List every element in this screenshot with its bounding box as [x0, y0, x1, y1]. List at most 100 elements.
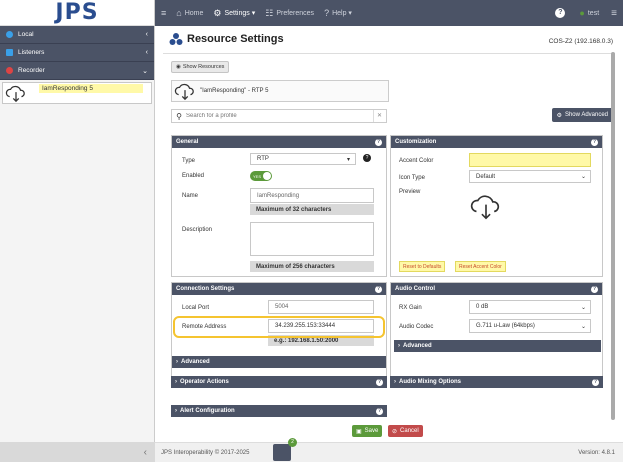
profile-search: ⚲ ✕ [171, 109, 387, 123]
type-value: RTP [257, 156, 269, 162]
audio-header: Audio Control ? [391, 283, 602, 295]
collapse-icon[interactable]: ‹ [144, 447, 147, 458]
nav-help[interactable]: ? Help ▾ [324, 8, 352, 18]
nav-settings[interactable]: ⚙ Settings ▾ [213, 8, 255, 19]
cancel-button[interactable]: ⊘ Cancel [388, 425, 423, 437]
notification-badge: 2 [288, 438, 297, 447]
nav-preferences[interactable]: ☷ Preferences [265, 8, 314, 19]
general-title: General [176, 139, 199, 145]
save-button[interactable]: ▣ Save [352, 425, 383, 437]
toggle-label: YES [253, 173, 262, 179]
footer: JPS Interoperability © 2017-2025 2 Versi… [155, 438, 623, 462]
chevron-down-icon: ▾ [346, 156, 350, 163]
connection-advanced-toggle[interactable]: › Advanced [172, 356, 386, 368]
cancel-label: Cancel [400, 428, 419, 434]
sidebar-item-recorder[interactable]: Recorder ⌄ [0, 62, 154, 80]
cloud-download-icon [470, 195, 500, 220]
advanced-label: Advanced [403, 343, 432, 349]
user-icon[interactable]: ● [579, 8, 584, 18]
sidebar-item-listeners[interactable]: Listeners ‹ [0, 44, 154, 62]
chevron-down-icon: ⌄ [142, 67, 148, 75]
page-title: Resource Settings [187, 33, 284, 45]
show-resources-button[interactable]: ◉ Show Resources [171, 61, 230, 73]
audio-codec-value: G.711 u-Law (64kbps) [476, 323, 535, 329]
notifications-icon[interactable] [273, 444, 291, 461]
logo-text: JPS [55, 0, 99, 25]
chevron-right-icon: › [175, 379, 177, 385]
rx-gain-label: RX Gain [399, 305, 422, 311]
hamburger-icon[interactable]: ≡ [611, 8, 617, 19]
enabled-toggle[interactable]: YES [250, 171, 272, 181]
sidebar-collapse-bar[interactable]: ‹ [0, 442, 155, 462]
save-icon: ▣ [356, 428, 362, 435]
name-field[interactable]: IamResponding [250, 188, 374, 203]
question-icon: ? [324, 8, 330, 18]
description-note: Maximum of 256 characters [250, 261, 374, 272]
cloud-download-icon [5, 85, 25, 103]
audio-codec-select[interactable]: G.711 u-Law (64kbps) ⌄ [469, 319, 591, 333]
customization-header: Customization ? [391, 136, 602, 148]
help-icon[interactable]: ? [376, 407, 383, 415]
version-label: Version: 4.8.1 [578, 449, 615, 456]
page-header: Resource Settings [169, 32, 284, 46]
sidebar-resource-item[interactable]: IamResponding 5 [2, 82, 152, 104]
search-input[interactable] [186, 113, 373, 119]
rx-gain-select[interactable]: 0 dB ⌄ [469, 300, 591, 314]
main-content: Resource Settings COS-Z2 (192.168.0.3) ◉… [155, 26, 623, 442]
help-circle-icon[interactable]: ? [555, 8, 566, 18]
help-icon[interactable]: ? [591, 138, 598, 146]
help-icon[interactable]: ? [591, 285, 598, 293]
icon-type-select[interactable]: Default ⌄ [469, 170, 591, 183]
toggle-knob [263, 172, 271, 180]
general-header: General ? [172, 136, 386, 148]
menu-icon[interactable]: ≡ [161, 8, 166, 18]
alert-configuration-section[interactable]: › Alert Configuration ? [171, 405, 387, 417]
sidebar-item-local[interactable]: Local ‹ [0, 26, 154, 44]
name-note: Maximum of 32 characters [250, 204, 374, 215]
local-port-value: 5004 [275, 304, 289, 310]
reset-accent-button[interactable]: Reset Accent Color [455, 261, 506, 272]
help-icon[interactable]: ? [375, 285, 382, 293]
reset-defaults-button[interactable]: Reset to Defaults [399, 261, 446, 272]
scrollbar[interactable] [611, 52, 615, 420]
audio-advanced-toggle[interactable]: › Advanced [394, 340, 601, 352]
icon-type-label: Icon Type [399, 175, 425, 181]
show-advanced-label: Show Advanced [564, 112, 608, 118]
nav-home[interactable]: ⌂ Home [176, 8, 203, 18]
cloud-download-icon [174, 83, 194, 101]
eye-icon: ◉ [176, 64, 181, 70]
sliders-icon: ☷ [265, 7, 274, 18]
audio-mixing-section[interactable]: › Audio Mixing Options ? [390, 376, 603, 388]
type-select[interactable]: RTP ▾ [250, 153, 356, 165]
operator-actions-label: Operator Actions [180, 379, 229, 385]
customization-title: Customization [395, 139, 437, 145]
alert-configuration-label: Alert Configuration [180, 408, 235, 414]
accent-color-label: Accent Color [399, 158, 434, 164]
show-advanced-button[interactable]: ⚙ Show Advanced [551, 108, 613, 122]
info-icon[interactable]: ? [363, 154, 371, 162]
help-icon[interactable]: ? [375, 138, 382, 146]
chevron-right-icon: › [398, 343, 400, 349]
chevron-down-icon: ⌄ [580, 323, 586, 330]
operator-actions-section[interactable]: › Operator Actions ? [171, 376, 387, 388]
help-icon[interactable]: ? [592, 378, 599, 386]
icon-type-value: Default [476, 173, 496, 180]
chevron-down-icon: ⌄ [580, 304, 586, 311]
chevron-right-icon: › [175, 408, 177, 414]
help-icon[interactable]: ? [376, 378, 383, 386]
accent-color-picker[interactable] [469, 153, 591, 167]
user-name[interactable]: test [588, 10, 599, 17]
audio-title: Audio Control [395, 286, 435, 292]
advanced-label: Advanced [181, 359, 210, 365]
chevron-down-icon: ⌄ [580, 174, 586, 180]
location-pin-icon [6, 31, 13, 38]
clear-search-icon[interactable]: ✕ [373, 110, 385, 122]
local-port-field[interactable]: 5004 [268, 300, 374, 314]
chevron-left-icon: ‹ [145, 31, 148, 38]
search-icon: ⚲ [176, 111, 182, 121]
nav-settings-label: Settings [224, 9, 250, 17]
cancel-icon: ⊘ [392, 428, 398, 435]
nav-help-label: Help [332, 9, 347, 17]
description-field[interactable] [250, 222, 374, 256]
audio-codec-label: Audio Codec [399, 324, 434, 330]
